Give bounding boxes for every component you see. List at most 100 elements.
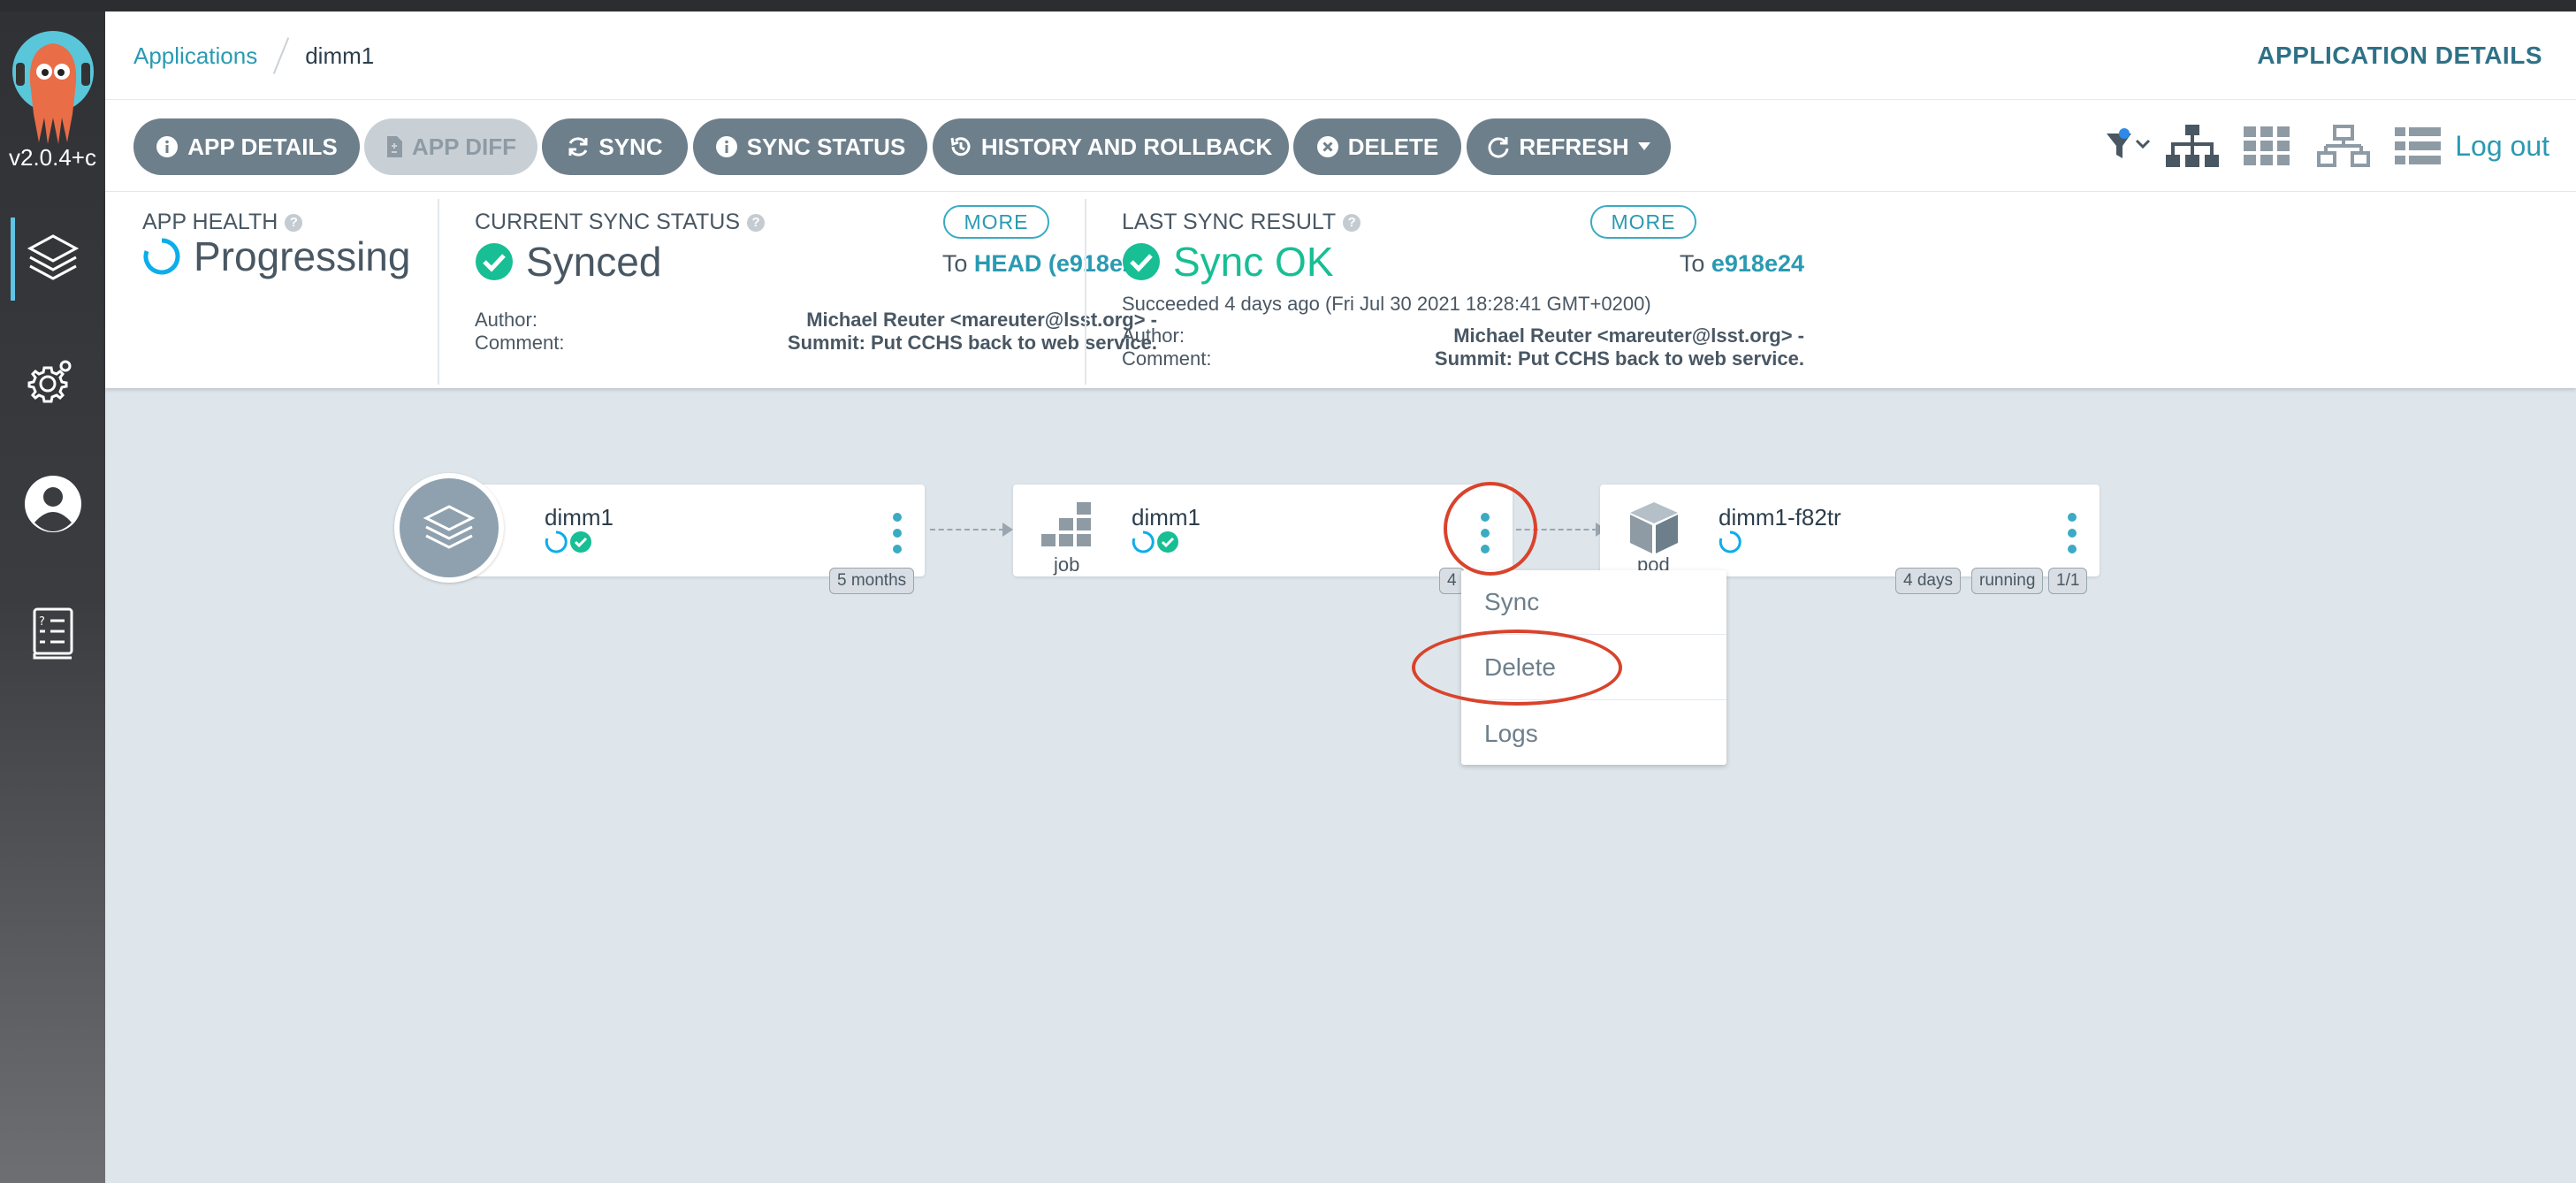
help-icon[interactable]: ? bbox=[1343, 213, 1361, 232]
graph-edge bbox=[930, 529, 1004, 530]
menu-item-logs[interactable]: Logs bbox=[1461, 701, 1726, 766]
menu-item-sync[interactable]: Sync bbox=[1461, 570, 1726, 635]
breadcrumb-current: dimm1 bbox=[305, 42, 375, 69]
network-icon bbox=[2317, 125, 2370, 167]
times-circle-icon bbox=[1316, 136, 1338, 157]
last-sync-revision-link[interactable]: e918e24 bbox=[1711, 250, 1804, 277]
list-view-button[interactable] bbox=[2395, 100, 2448, 192]
app-health-value: Progressing bbox=[142, 233, 410, 280]
redo-icon bbox=[1488, 137, 1509, 158]
cube-icon bbox=[1630, 502, 1678, 553]
sync-status-button[interactable]: SYNC STATUS bbox=[693, 118, 927, 175]
grid-icon bbox=[2244, 126, 2290, 165]
caret-down-icon bbox=[1637, 142, 1650, 150]
history-icon bbox=[950, 137, 971, 156]
last-sync-target: To e918e24 bbox=[1679, 250, 1804, 277]
sync-author-label: Author: bbox=[475, 309, 537, 331]
job-node[interactable]: job dimm1 bbox=[1013, 485, 1513, 576]
last-sync-succeeded: Succeeded 4 days ago (Fri Jul 30 2021 18… bbox=[1122, 293, 1651, 315]
node-age-tag: 5 months bbox=[829, 568, 915, 594]
status-panel: APP HEALTH ? Progressing CURRENT SYNC ST… bbox=[105, 192, 2576, 388]
sync-comment: Summit: Put CCHS back to web service. bbox=[787, 332, 1157, 354]
sidebar-item-user-info[interactable] bbox=[0, 455, 105, 553]
node-age-tag: 4 days bbox=[1895, 568, 1961, 594]
filter-icon bbox=[2107, 128, 2151, 158]
last-sync-comment: Summit: Put CCHS back to web service. bbox=[1434, 347, 1804, 370]
sync-button[interactable]: SYNC bbox=[542, 118, 688, 175]
node-ready-tag: 1/1 bbox=[2048, 568, 2088, 594]
app-node-icon bbox=[394, 473, 504, 583]
toolbar: APP DETAILS APP DIFF SYNC SYNC STATUS HI… bbox=[105, 100, 2576, 192]
top-header: Applications dimm1 APPLICATION DETAILS bbox=[105, 11, 2576, 100]
gear-icon bbox=[27, 360, 71, 403]
docs-icon: ? bbox=[33, 607, 72, 660]
progressing-icon bbox=[545, 530, 568, 553]
pod-node[interactable]: pod dimm1-f82tr bbox=[1600, 485, 2100, 576]
delete-button[interactable]: DELETE bbox=[1293, 118, 1461, 175]
sidebar-item-applications[interactable] bbox=[0, 210, 105, 308]
sync-author: Michael Reuter <mareuter@lsst.org> - bbox=[806, 309, 1157, 331]
history-and-rollback-button[interactable]: HISTORY AND ROLLBACK bbox=[933, 118, 1289, 175]
sidebar-item-documentation[interactable]: ? bbox=[0, 584, 105, 682]
app-diff-button[interactable]: APP DIFF bbox=[364, 118, 537, 175]
breadcrumb-applications-link[interactable]: Applications bbox=[133, 42, 257, 70]
current-sync-status-label: CURRENT SYNC STATUS ? bbox=[475, 210, 766, 235]
sitemap-icon bbox=[2166, 125, 2219, 167]
pods-view-button[interactable] bbox=[2244, 100, 2297, 192]
last-sync-more-button[interactable]: MORE bbox=[1590, 205, 1696, 239]
current-sync-status-value: Synced bbox=[475, 238, 661, 286]
app-node[interactable]: dimm1 bbox=[449, 485, 925, 576]
sidebar: v2.0.4+c ? bbox=[0, 11, 105, 1183]
node-name: dimm1 bbox=[1132, 504, 1201, 530]
check-circle-icon bbox=[476, 243, 513, 280]
node-kind: job bbox=[1054, 553, 1080, 576]
divider bbox=[1085, 199, 1086, 385]
last-sync-author-label: Author: bbox=[1122, 324, 1185, 347]
last-sync-result-label: LAST SYNC RESULT ? bbox=[1122, 210, 1361, 235]
tree-view-button[interactable] bbox=[2166, 100, 2228, 192]
layers-icon bbox=[27, 234, 79, 280]
svg-text:?: ? bbox=[39, 615, 45, 629]
check-circle-icon bbox=[570, 531, 591, 553]
graph-edge-arrow bbox=[1002, 523, 1013, 537]
annotation-circle bbox=[1412, 630, 1622, 706]
node-status bbox=[545, 530, 592, 553]
sync-comment-label: Comment: bbox=[475, 332, 565, 354]
version-label: v2.0.4+c bbox=[8, 144, 96, 171]
last-sync-result-value: Sync OK bbox=[1122, 238, 1334, 286]
last-sync-author: Michael Reuter <mareuter@lsst.org> - bbox=[1453, 324, 1804, 347]
check-circle-icon bbox=[1123, 243, 1160, 280]
last-sync-comment-label: Comment: bbox=[1122, 347, 1212, 370]
check-circle-icon bbox=[1157, 531, 1178, 553]
help-icon[interactable]: ? bbox=[747, 213, 766, 232]
node-menu-button[interactable] bbox=[893, 513, 902, 553]
user-icon bbox=[24, 476, 81, 532]
page-title: APPLICATION DETAILS bbox=[2257, 42, 2542, 69]
sidebar-item-settings[interactable] bbox=[0, 332, 105, 429]
sync-status-more-button[interactable]: MORE bbox=[943, 205, 1049, 239]
divider bbox=[438, 199, 439, 385]
info-icon bbox=[156, 136, 179, 157]
breadcrumb: Applications dimm1 bbox=[133, 11, 374, 100]
node-name: dimm1 bbox=[545, 504, 614, 530]
argo-logo[interactable] bbox=[11, 29, 95, 149]
info-icon bbox=[715, 136, 737, 157]
window-top-bar bbox=[0, 0, 2576, 11]
job-icon bbox=[1041, 502, 1091, 546]
node-name: dimm1-f82tr bbox=[1719, 504, 1841, 530]
app-health-label: APP HEALTH ? bbox=[142, 210, 303, 235]
network-view-button[interactable] bbox=[2317, 100, 2375, 192]
node-status bbox=[1719, 530, 1741, 553]
breadcrumb-separator bbox=[273, 37, 290, 74]
node-menu-button[interactable] bbox=[2068, 513, 2077, 553]
filter-dropdown[interactable] bbox=[2105, 100, 2158, 192]
annotation-circle bbox=[1444, 482, 1537, 576]
list-icon bbox=[2395, 127, 2441, 164]
refresh-button[interactable]: REFRESH bbox=[1467, 118, 1671, 175]
node-status bbox=[1132, 530, 1179, 553]
progressing-icon bbox=[143, 238, 180, 275]
logout-link[interactable]: Log out bbox=[2455, 100, 2549, 192]
node-status-tag: running bbox=[1971, 568, 2044, 594]
help-icon[interactable]: ? bbox=[285, 213, 303, 232]
app-details-button[interactable]: APP DETAILS bbox=[133, 118, 360, 175]
